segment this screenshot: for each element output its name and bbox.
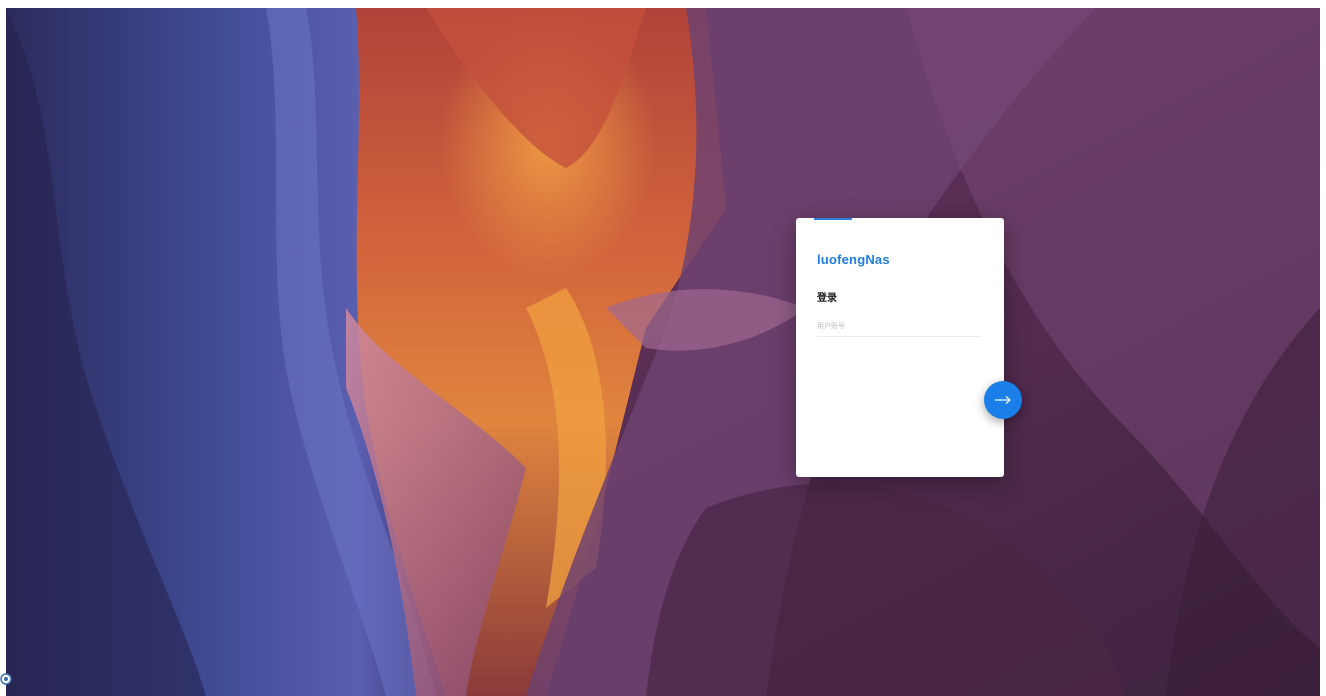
login-title: 登录 <box>817 293 837 304</box>
card-accent-bar <box>814 218 852 220</box>
next-button[interactable] <box>984 381 1022 419</box>
app-brand: luofengNas <box>817 252 890 267</box>
canyon-wallpaper <box>6 8 1320 696</box>
arrow-right-icon <box>994 395 1012 405</box>
circle-indicator-icon <box>0 672 14 686</box>
username-input[interactable] <box>817 316 981 337</box>
desktop-background <box>6 8 1320 696</box>
login-card: luofengNas 登录 <box>796 218 1004 477</box>
